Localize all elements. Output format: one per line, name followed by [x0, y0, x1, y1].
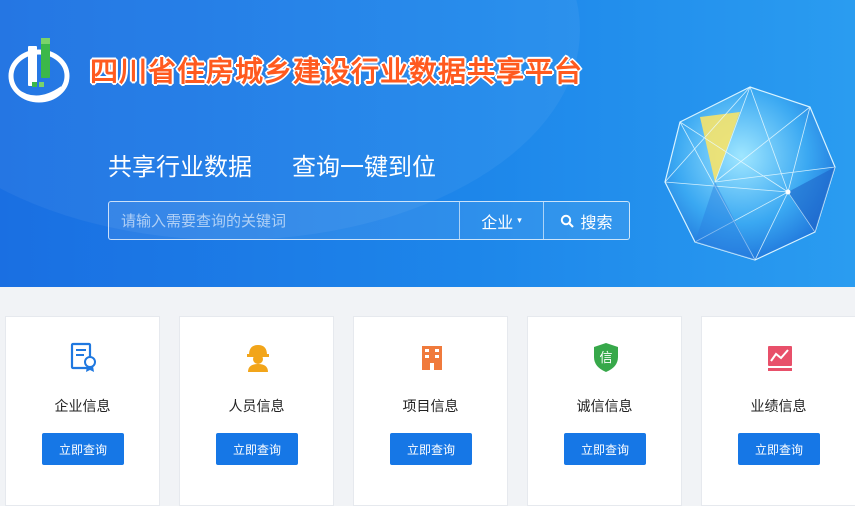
card-integrity-info: 信 诚信信息 立即查询 [527, 316, 682, 506]
chevron-down-icon: ▾ [517, 215, 522, 226]
enterprise-certificate-icon [70, 342, 96, 372]
integrity-shield-icon: 信 [594, 343, 618, 372]
category-select-value: 企业 [481, 212, 514, 232]
slogan-share-data: 共享行业数据 [108, 153, 252, 181]
platform-logo [8, 38, 70, 103]
site-title: 四川省住房城乡建设行业数据共享平台 [90, 55, 584, 88]
search-bar: 企业 ▾ 搜索 [108, 201, 630, 240]
search-icon [561, 214, 575, 228]
query-button-enterprise[interactable]: 立即查询 [42, 433, 124, 465]
card-label-personnel: 人员信息 [228, 399, 285, 415]
card-label-enterprise: 企业信息 [54, 399, 111, 415]
header-banner: 四川省住房城乡建设行业数据共享平台 共享行业数据 查询一键到位 企业 ▾ 搜索 [0, 0, 855, 287]
card-label-performance: 业绩信息 [750, 399, 807, 415]
category-select[interactable]: 企业 ▾ [459, 202, 543, 239]
card-personnel-info: 人员信息 立即查询 [179, 316, 334, 506]
search-button[interactable]: 搜索 [543, 202, 629, 239]
performance-chart-icon [768, 346, 792, 371]
search-button-label: 搜索 [580, 212, 613, 232]
building-icon [422, 346, 442, 370]
query-button-integrity[interactable]: 立即查询 [564, 433, 646, 465]
card-performance-info: 业绩信息 立即查询 [701, 316, 855, 506]
card-label-integrity: 诚信信息 [576, 399, 633, 415]
card-label-project: 项目信息 [402, 399, 459, 415]
query-button-project[interactable]: 立即查询 [390, 433, 472, 465]
svg-text:信: 信 [599, 351, 612, 366]
search-input[interactable] [109, 202, 459, 239]
query-button-personnel[interactable]: 立即查询 [216, 433, 298, 465]
crystal-globe-graphic [664, 86, 836, 261]
worker-helmet-icon [247, 345, 269, 372]
slogan-one-click-query: 查询一键到位 [292, 153, 436, 181]
card-enterprise-info: 企业信息 立即查询 [5, 316, 160, 506]
query-button-performance[interactable]: 立即查询 [738, 433, 820, 465]
card-project-info: 项目信息 立即查询 [353, 316, 508, 506]
